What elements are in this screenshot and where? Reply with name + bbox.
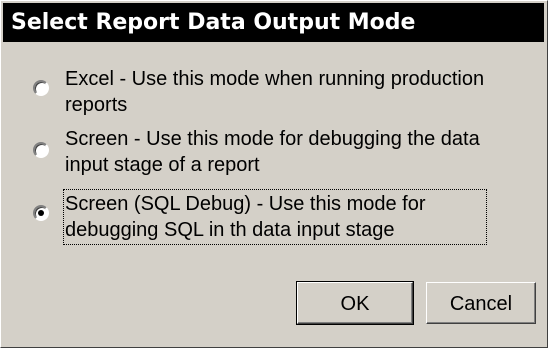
option-screen-line2: input stage of a report <box>65 154 260 176</box>
option-sql-debug-label[interactable]: Screen (SQL Debug) - Use this mode for d… <box>63 189 487 245</box>
ok-button[interactable]: OK <box>296 281 414 325</box>
option-screen-line1: Screen - Use this mode for debugging the… <box>65 128 480 150</box>
radio-dot-icon <box>38 210 44 216</box>
radio-screen[interactable] <box>33 142 49 158</box>
option-sql-debug-line1: Screen (SQL Debug) - Use this mode for <box>65 193 426 215</box>
radio-excel[interactable] <box>33 80 49 96</box>
dialog-title: Select Report Data Output Mode <box>3 3 544 42</box>
cancel-button[interactable]: Cancel <box>426 282 536 324</box>
option-screen-label[interactable]: Screen - Use this mode for debugging the… <box>65 126 535 178</box>
option-excel-label[interactable]: Excel - Use this mode when running produ… <box>65 66 535 118</box>
radio-sql-debug[interactable] <box>33 205 49 221</box>
option-sql-debug-line2: debugging SQL in th data input stage <box>65 219 395 241</box>
report-output-mode-dialog: Select Report Data Output Mode Excel - U… <box>0 0 548 348</box>
option-excel-line2: reports <box>65 94 128 116</box>
option-excel-line1: Excel - Use this mode when running produ… <box>65 68 485 90</box>
